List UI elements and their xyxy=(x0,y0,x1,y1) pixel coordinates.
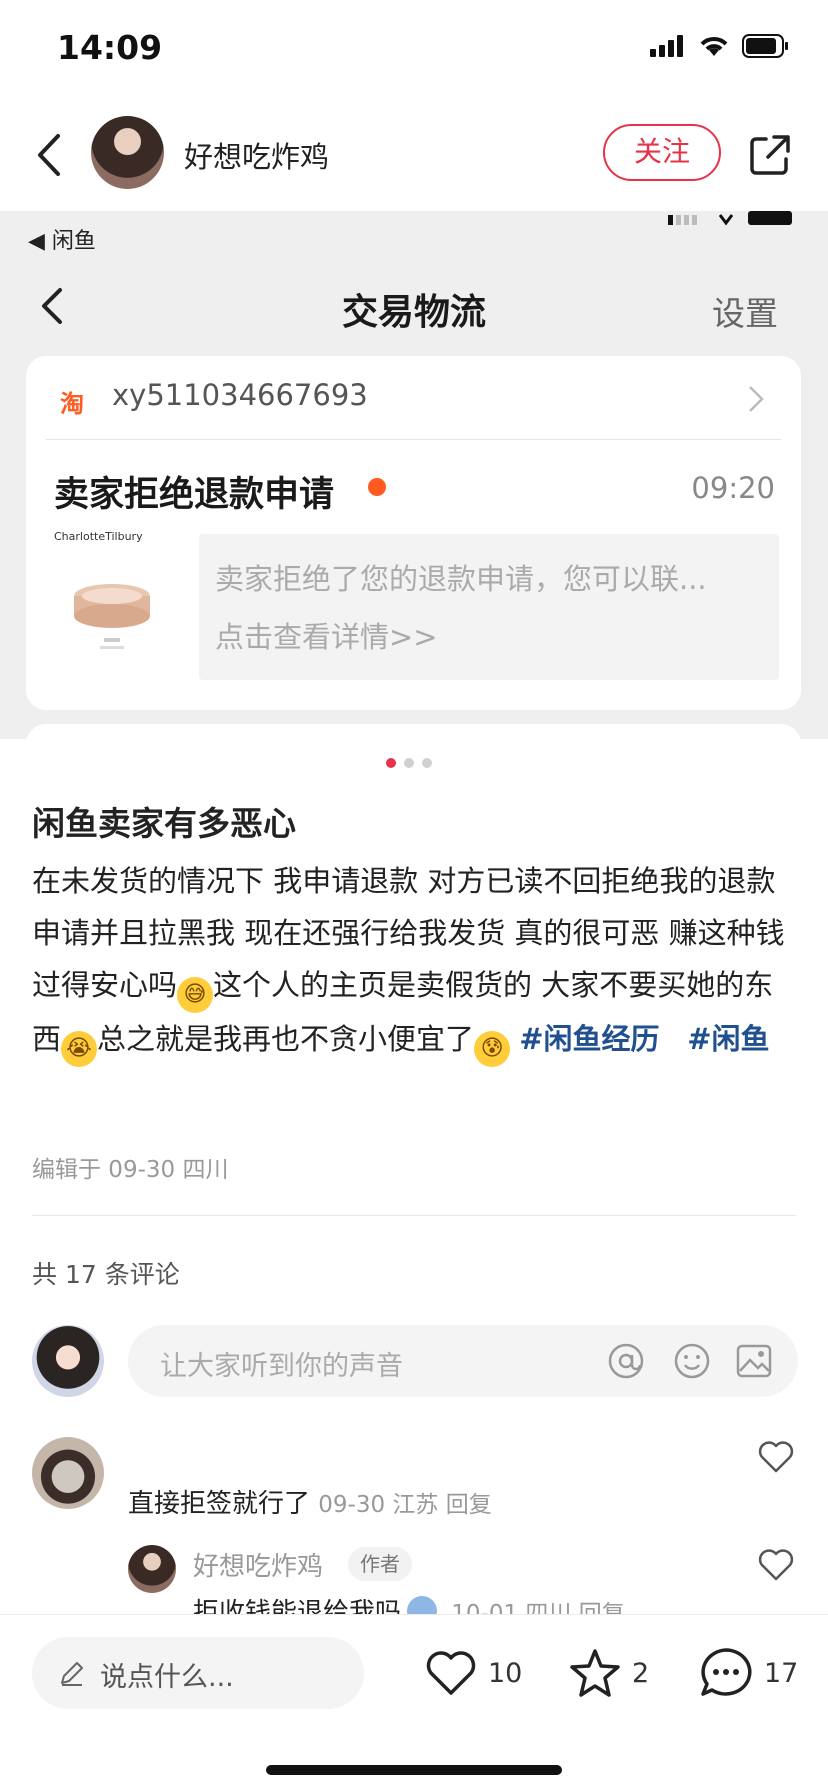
pencil-icon xyxy=(61,1662,83,1686)
collect-button[interactable]: 2 xyxy=(568,1645,649,1701)
comment-input[interactable]: 让大家听到你的声音 xyxy=(128,1325,798,1397)
post-header: 好想吃炸鸡 关注 xyxy=(0,100,828,210)
reply-author[interactable]: 好想吃炸鸡 xyxy=(193,1546,323,1583)
comment-total: 17 xyxy=(764,1657,799,1689)
wifi-icon xyxy=(700,37,728,56)
comment-button[interactable]: 17 xyxy=(698,1645,798,1701)
mention-icon[interactable] xyxy=(606,1341,646,1381)
card-time: 09:20 xyxy=(691,471,775,505)
embedded-back-label: ◀ 闲鱼 xyxy=(28,229,96,254)
message-preview: 卖家拒绝了您的退款申请，您可以联... 点击查看详情>> xyxy=(199,534,779,680)
say-placeholder: 说点什么... xyxy=(100,1662,234,1693)
status-bar: 14:09 xyxy=(0,0,828,100)
reply-avatar[interactable] xyxy=(128,1545,176,1593)
my-avatar xyxy=(32,1325,104,1397)
embedded-nav-title: 交易物流 xyxy=(341,292,486,333)
comment-bubble-icon xyxy=(701,1648,752,1696)
collect-count: 2 xyxy=(632,1657,650,1689)
comment-input-placeholder: 让大家听到你的声音 xyxy=(160,1351,403,1382)
home-indicator xyxy=(266,1765,562,1775)
image-pager xyxy=(386,758,432,768)
pager-dot-active xyxy=(386,758,396,768)
say-something-input[interactable]: 说点什么... xyxy=(32,1637,364,1709)
post-title: 闲鱼卖家有多恶心 xyxy=(32,804,296,843)
hashtag-xianyu-experience[interactable]: #闲鱼经历 xyxy=(519,1022,659,1056)
image-icon[interactable] xyxy=(734,1341,774,1381)
heart-icon xyxy=(426,1651,476,1695)
post-body-text-3: 总之就是我再也不贪小便宜了 xyxy=(97,1022,475,1056)
heart-icon[interactable] xyxy=(756,1437,796,1477)
unread-dot xyxy=(368,478,386,496)
follow-button[interactable]: 关注 xyxy=(603,124,721,181)
comment-text: 直接拒签就行了 xyxy=(128,1489,311,1519)
taobao-icon: 淘 xyxy=(60,390,84,418)
cold-sweat-emoji-icon: 😰 xyxy=(474,1031,511,1067)
like-count: 10 xyxy=(488,1657,523,1689)
author-name[interactable]: 好想吃炸鸡 xyxy=(184,134,329,176)
author-avatar[interactable] xyxy=(91,116,164,189)
author-badge: 作者 xyxy=(348,1547,412,1581)
heart-icon[interactable] xyxy=(756,1545,796,1585)
pager-dot xyxy=(422,758,432,768)
battery-icon xyxy=(742,34,788,58)
hashtag-xianyu[interactable]: #闲鱼 xyxy=(687,1022,769,1056)
post-meta: 编辑于 09-30 四川 xyxy=(32,1157,229,1183)
chevron-right-icon xyxy=(749,386,764,412)
commenter-avatar[interactable] xyxy=(32,1437,104,1509)
message-line-1: 卖家拒绝了您的退款申请，您可以联... xyxy=(215,562,707,596)
post-body: 在未发货的情况下 我申请退款 对方已读不回拒绝我的退款申请并且拉黑我 现在还强行… xyxy=(32,855,802,1067)
comment-meta[interactable]: 09-30 江苏 回复 xyxy=(318,1492,491,1518)
logistics-card: 淘 xy511034667693 卖家拒绝退款申请 09:20 Charlott… xyxy=(26,356,801,710)
status-icons xyxy=(650,34,790,58)
share-icon[interactable] xyxy=(748,133,792,177)
comment-item[interactable]: 直接拒签就行了 09-30 江苏 回复 xyxy=(128,1483,492,1520)
star-icon xyxy=(570,1649,620,1697)
like-button[interactable]: 10 xyxy=(424,1645,522,1701)
message-line-2: 点击查看详情>> xyxy=(215,620,438,654)
sweat-smile-emoji-icon: 😅 xyxy=(177,977,214,1013)
pager-dot xyxy=(404,758,414,768)
compact-powder-image xyxy=(74,584,150,649)
card-divider xyxy=(46,439,781,440)
order-id: xy511034667693 xyxy=(112,378,368,412)
next-card-edge xyxy=(26,724,801,739)
section-divider xyxy=(32,1215,796,1216)
comment-count: 共 17 条评论 xyxy=(32,1260,180,1289)
emoji-icon[interactable] xyxy=(672,1341,712,1381)
back-icon[interactable] xyxy=(30,130,70,180)
product-image: CharlotteTilbury xyxy=(50,526,170,666)
post-image[interactable]: ◀ 闲鱼 交易物流 设置 淘 xy511034667693 卖家拒绝退款申请 0… xyxy=(0,211,828,739)
card-title: 卖家拒绝退款申请 xyxy=(54,475,335,515)
embedded-status-icons xyxy=(668,211,792,226)
signal-icon xyxy=(650,35,683,57)
product-brand: CharlotteTilbury xyxy=(54,530,143,543)
crying-emoji-icon: 😭 xyxy=(61,1031,98,1067)
embedded-setting-label: 设置 xyxy=(712,294,778,333)
status-time: 14:09 xyxy=(57,28,163,67)
